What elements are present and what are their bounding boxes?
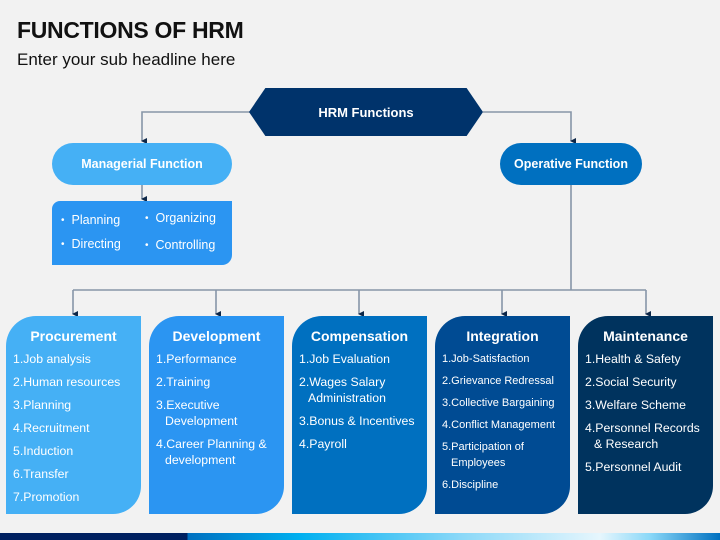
card-procurement: Procurement 1.Job analysis 2.Human resourc… [6,316,141,514]
card-list-item: 4.Career Planning & development [156,437,267,467]
card-development: Development 1.Performance 2.Training 3.Exec… [149,316,284,514]
managerial-item: • Planning [61,213,121,227]
card-list-item: 1.Job analysis [13,352,91,366]
card-list-item: 3.Executive Development [156,398,238,428]
card-list-item: 1.Health & Safety [585,352,681,366]
card-list-item: 5.Participation of Employees [442,441,524,469]
footer-gradient-bar [0,533,720,540]
card-list-item: 4.Payroll [299,437,347,451]
card-list-item: 3.Collective Bargaining [442,397,555,409]
managerial-label: Managerial Function [81,157,203,171]
card-maintenance: Maintenance 1.Health & Safety 2.Social Sec… [578,316,713,514]
card-list-item: 1.Job Evaluation [299,352,390,366]
managerial-items-box: • Planning • Organizing • Directing • Co… [52,201,232,265]
card-list-item: 2.Wages Salary Administration [299,375,386,405]
card-list-item: 3.Planning [13,398,72,412]
managerial-item: • Organizing [145,211,216,225]
card-list-item: 5.Induction [13,444,74,458]
connector-root-to-managerial [141,111,250,144]
operative-label: Operative Function [514,157,628,171]
bullet-icon: • [145,212,149,224]
card-compensation: Compensation 1.Job Evaluation 2.Wages Sala… [292,316,427,514]
card-list-item: 4.Conflict Management [442,419,556,431]
card-title: Procurement [30,328,117,344]
card-title: Compensation [310,328,409,344]
card-list-item: 5.Personnel Audit [585,460,682,474]
card-integration: Integration 1.Job-Satisfaction 2.Grievance… [435,316,570,514]
bullet-icon: • [145,239,149,251]
card-title: Maintenance [603,328,688,344]
card-list-item: 6.Transfer [13,467,69,481]
bullet-icon: • [61,214,65,226]
card-list-item: 7.Promotion [13,490,80,504]
hrm-functions-root-node: HRM Functions [249,88,483,136]
managerial-item: • Directing [61,237,121,251]
card-list-item: 4.Personnel Records & Research [585,421,700,451]
card-list-item: 3.Welfare Scheme [585,398,686,412]
card-list-item: 2.Training [156,375,211,389]
card-list-item: 2.Social Security [585,375,677,389]
managerial-item: • Controlling [145,238,216,252]
card-list-item: 3.Bonus & Incentives [299,414,415,428]
operative-function-node: Operative Function [500,143,642,185]
card-list-item: 1.Job-Satisfaction [442,353,530,365]
root-label: HRM Functions [318,104,414,120]
card-list-item: 2.Human resources [13,375,121,389]
card-title: Integration [466,328,539,344]
card-list-item: 4.Recruitment [13,421,90,435]
card-list-item: 1.Performance [156,352,237,366]
managerial-function-node: Managerial Function [52,143,232,185]
bullet-icon: • [61,238,65,250]
connector-root-to-operative [483,111,576,144]
card-title: Development [172,328,261,344]
card-list-item: 6.Discipline [442,479,499,491]
card-list-item: 2.Grievance Redressal [442,375,554,387]
